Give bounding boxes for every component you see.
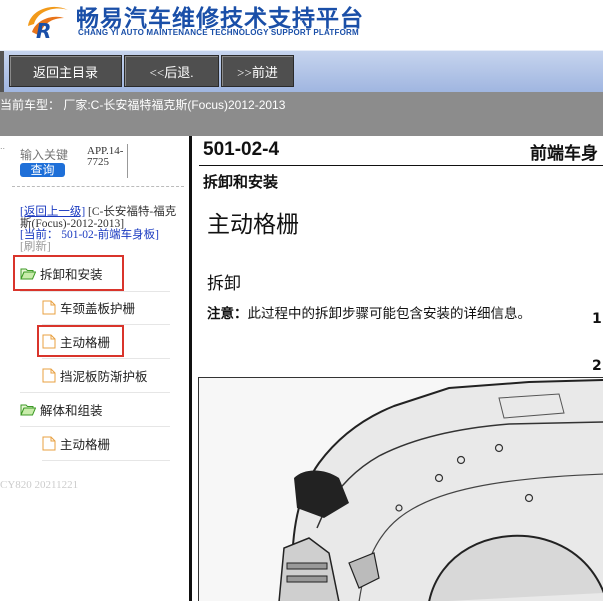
left-panel: .. 查询 APP.14-7725 [返回上一级] [C-长安福特-福克斯(Fo…	[0, 136, 189, 601]
document-icon	[42, 300, 56, 314]
home-button[interactable]: 返回主目录	[9, 55, 122, 87]
search-input[interactable]	[20, 148, 68, 162]
platform-title-en: CHANG YI AUTO MAINTENANCE TECHNOLOGY SUP…	[78, 28, 359, 37]
doc-heading: 主动格栅	[207, 212, 299, 238]
doc-subtitle: 拆卸和安装	[203, 173, 279, 191]
grille-diagram	[199, 378, 603, 601]
step-number: 1.	[592, 311, 603, 327]
nav-toolbar: 返回主目录 <<后退. >>前进	[0, 50, 603, 93]
app-header: R 畅易汽车维修技术支持平台 CHANG YI AUTO MAINTENANCE…	[0, 0, 603, 50]
doc-rule	[199, 165, 603, 166]
doc-note: 注意：此过程中的拆卸步骤可能包含安装的详细信息。	[207, 306, 567, 322]
breadcrumb-current: 501-02-前端车身板]	[61, 229, 159, 241]
search-divider	[12, 186, 184, 187]
tree-file-active-grille-2[interactable]: 主动格栅	[42, 430, 110, 456]
current-model-text: 当前车型： 厂家:C-长安福特福克斯(Focus)2012-2013	[0, 98, 286, 112]
tree-folder-disassembly[interactable]: 解体和组装	[20, 396, 103, 422]
back-up-link[interactable]: [返回上一级]	[20, 206, 85, 218]
tree-separator	[20, 426, 170, 427]
note-label: 注意：	[207, 306, 248, 322]
highlight-box	[13, 255, 124, 291]
step-number: 2	[592, 358, 602, 374]
document-icon	[42, 368, 56, 382]
tree-item-label: 主动格栅	[60, 436, 111, 452]
svg-text:R: R	[36, 19, 51, 42]
tree-separator	[42, 460, 170, 461]
tree-separator	[20, 291, 170, 292]
tree-separator	[20, 392, 170, 393]
document-view: 501-02-4 前端车身 拆卸和安装 主动格栅 拆卸 注意：此过程中的拆卸步骤…	[192, 136, 603, 601]
highlight-box	[37, 325, 124, 357]
tree-item-label: 挡泥板防渐护板	[60, 368, 148, 384]
tree-separator	[42, 358, 170, 359]
breadcrumb: [返回上一级] [C-长安福特-福克斯(Focus)-2012-2013] [当…	[20, 206, 180, 253]
note-text: 此过程中的拆卸步骤可能包含安装的详细信息。	[247, 306, 532, 322]
app-code-divider	[127, 144, 128, 178]
tree-file-splash-shield[interactable]: 挡泥板防渐护板	[42, 362, 148, 388]
doc-section: 前端车身	[530, 144, 598, 164]
version-text: CY820 20211221	[0, 479, 79, 491]
tree-item-label: 解体和组装	[40, 402, 103, 418]
folder-open-icon	[20, 404, 36, 415]
tree-file-hood-grille[interactable]: 车颈盖板护栅	[42, 294, 135, 320]
forward-button[interactable]: >>前进	[221, 55, 294, 87]
back-button[interactable]: <<后退.	[124, 55, 219, 87]
doc-code: 501-02-4	[203, 139, 280, 160]
cy-logo-icon: R	[28, 6, 68, 42]
tree-item-label: 车颈盖板护栅	[60, 300, 136, 316]
nav-strip	[0, 51, 4, 93]
document-icon	[42, 436, 56, 450]
doc-subheading: 拆卸	[207, 274, 241, 294]
panel-marker: ..	[0, 142, 6, 151]
current-model-bar: 当前车型： 厂家:C-长安福特福克斯(Focus)2012-2013	[0, 92, 603, 136]
vehicle-illustration	[198, 377, 603, 601]
refresh-link[interactable]: [刷新]	[20, 241, 51, 253]
search-button[interactable]: 查询	[20, 163, 65, 177]
breadcrumb-current-prefix: [当前：	[20, 229, 59, 241]
app-code: APP.14-7725	[87, 145, 124, 168]
